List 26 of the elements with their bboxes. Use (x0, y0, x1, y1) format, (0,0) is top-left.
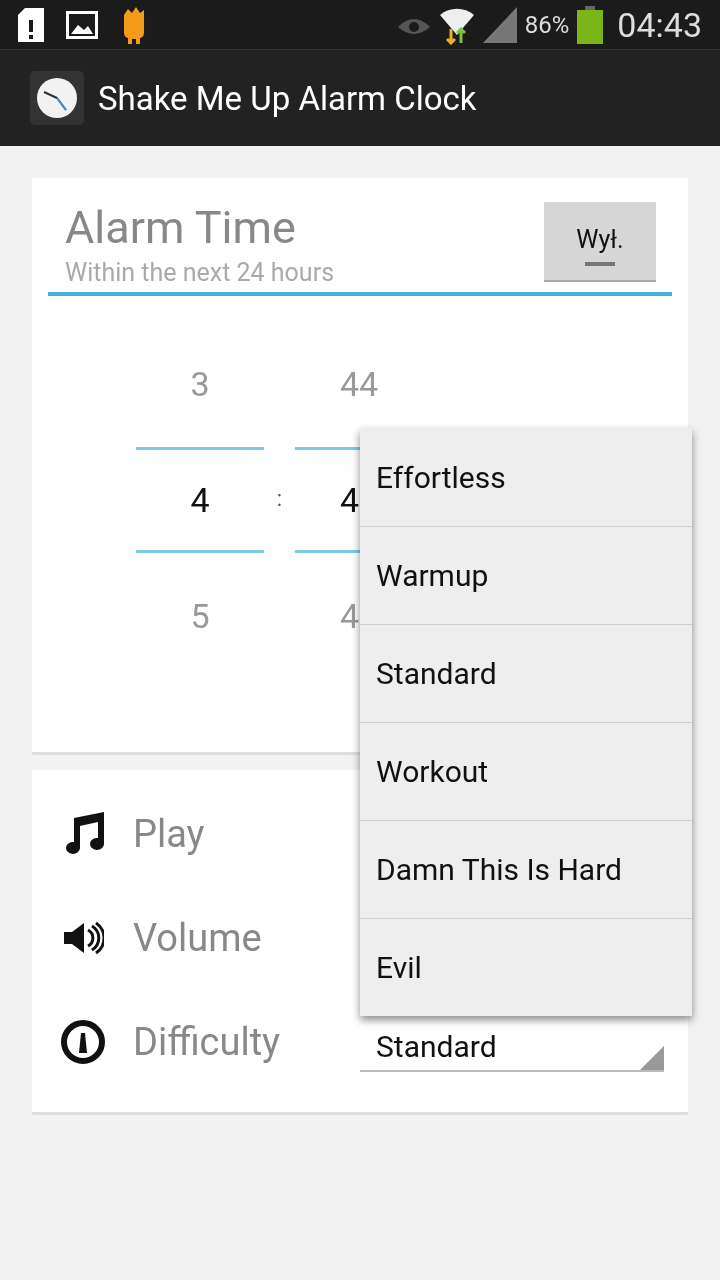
menu-item[interactable]: Workout (360, 722, 692, 820)
menu-item[interactable]: Effortless (360, 428, 692, 526)
clock-icon (30, 71, 84, 125)
hour-value[interactable]: 4 (136, 450, 264, 550)
setting-label: Difficulty (133, 1020, 282, 1064)
clock-time: 04:43 (617, 4, 702, 45)
menu-item[interactable]: Standard (360, 624, 692, 722)
sd-card-icon (18, 7, 44, 42)
speaker-icon (62, 920, 104, 956)
app-title: Shake Me Up Alarm Clock (98, 78, 477, 118)
battery-percent: 86% (524, 10, 570, 39)
image-icon (66, 10, 98, 39)
alarm-subtitle: Within the next 24 hours (65, 258, 335, 287)
signal-icon (482, 6, 517, 43)
difficulty-dropdown[interactable]: Standard (360, 1022, 664, 1072)
gauge-icon (60, 1019, 106, 1065)
alarm-title: Alarm Time (65, 200, 297, 256)
setting-label: Volume (133, 916, 263, 960)
dropdown-arrow-icon (640, 1046, 664, 1070)
menu-item[interactable]: Evil (360, 918, 692, 1016)
menu-item[interactable]: Damn This Is Hard (360, 820, 692, 918)
setting-label: Play (133, 812, 206, 856)
battery-icon (577, 5, 604, 44)
alarm-toggle[interactable]: Wył. (544, 202, 656, 282)
menu-item[interactable]: Warmup (360, 526, 692, 624)
time-separator: : (275, 485, 284, 513)
